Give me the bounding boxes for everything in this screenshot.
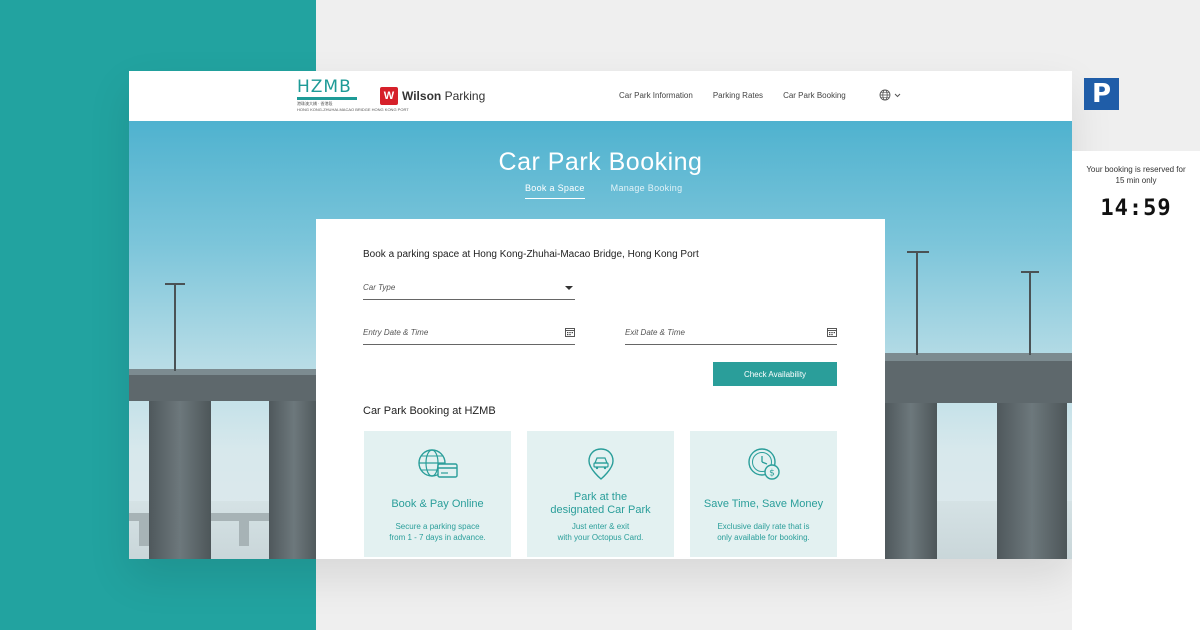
- street-lamp: [1029, 271, 1031, 355]
- right-bridge-pier: [885, 403, 937, 559]
- nav-parking-rates[interactable]: Parking Rates: [713, 91, 763, 100]
- website-window: HZMB 港珠澳大橋 · 香港段 HONG KONG-ZHUHAI-MACAO …: [129, 71, 1072, 559]
- street-lamp: [174, 283, 176, 371]
- chevron-down-icon: [894, 93, 901, 97]
- dropdown-caret-icon: [565, 286, 573, 290]
- feature-title: Book & Pay Online: [391, 498, 484, 510]
- feature-desc: Secure a parking space: [395, 522, 480, 531]
- entry-datetime-field[interactable]: Entry Date & Time: [363, 321, 575, 345]
- hzmb-logo[interactable]: HZMB 港珠澳大橋 · 香港段 HONG KONG-ZHUHAI-MACAO …: [297, 77, 409, 114]
- car-type-label: Car Type: [363, 283, 396, 292]
- clock-money-icon: $: [747, 448, 780, 480]
- feature-save-time-money: $ Save Time, Save Money Exclusive daily …: [690, 431, 837, 557]
- globe-icon: [879, 89, 891, 101]
- right-bridge-deck: [885, 361, 1072, 403]
- globe-card-icon: [417, 449, 458, 478]
- features-section-title: Car Park Booking at HZMB: [363, 405, 496, 417]
- language-selector[interactable]: [879, 89, 901, 101]
- left-bridge-pier: [269, 401, 319, 559]
- street-lamp: [916, 251, 918, 355]
- location-car-icon: [587, 448, 614, 480]
- entry-datetime-label: Entry Date & Time: [363, 328, 429, 337]
- reservation-notice-line1: Your booking is reserved for: [1086, 165, 1186, 174]
- check-availability-button[interactable]: Check Availability: [713, 362, 837, 386]
- nav-car-park-information[interactable]: Car Park Information: [619, 91, 693, 100]
- left-bridge-pier: [149, 401, 211, 559]
- right-bridge-pier: [997, 403, 1067, 559]
- wilson-logo-bold: Wilson: [402, 89, 442, 103]
- main-nav: Car Park Information Parking Rates Car P…: [619, 91, 866, 100]
- exit-datetime-label: Exit Date & Time: [625, 328, 685, 337]
- nav-car-park-booking[interactable]: Car Park Booking: [783, 91, 846, 100]
- street-lamp-arm: [907, 251, 929, 253]
- countdown-timer: 14:59: [1100, 196, 1172, 221]
- feature-title: Save Time, Save Money: [703, 498, 824, 510]
- feature-desc: Just enter & exit: [571, 522, 630, 531]
- tab-book-a-space[interactable]: Book a Space: [525, 183, 585, 199]
- wilson-logo-mark: W: [380, 87, 398, 105]
- far-bridge-pier: [239, 521, 249, 546]
- car-type-select[interactable]: Car Type: [363, 276, 575, 300]
- exit-datetime-field[interactable]: Exit Date & Time: [625, 321, 837, 345]
- booking-form-heading: Book a parking space at Hong Kong-Zhuhai…: [363, 249, 699, 260]
- feature-title: Park at the: [573, 491, 628, 503]
- street-lamp-arm: [1021, 271, 1039, 273]
- reservation-timer-panel: Your booking is reserved for 15 min only…: [1072, 151, 1200, 630]
- feature-desc: Exclusive daily rate that is: [717, 522, 810, 531]
- hzmb-logo-subtext-en: HONG KONG-ZHUHAI-MACAO BRIDGE HONG KONG …: [297, 107, 409, 112]
- wilson-logo-rest: Parking: [441, 89, 486, 103]
- wilson-parking-logo[interactable]: W Wilson Parking: [380, 87, 485, 105]
- hzmb-logo-subtext: 港珠澳大橋 · 香港段: [297, 101, 333, 106]
- street-lamp-arm: [165, 283, 185, 285]
- feature-title: designated Car Park: [550, 504, 651, 516]
- reservation-notice: Your booking is reserved for 15 min only: [1072, 164, 1200, 186]
- feature-desc: with your Octopus Card.: [557, 533, 644, 542]
- booking-form-card: Book a parking space at Hong Kong-Zhuhai…: [316, 219, 885, 559]
- svg-text:$: $: [769, 469, 775, 479]
- tab-manage-booking[interactable]: Manage Booking: [611, 183, 683, 199]
- page-title: Car Park Booking: [498, 148, 703, 176]
- feature-book-pay-online: Book & Pay Online Secure a parking space…: [364, 431, 511, 557]
- left-bridge-deck: [129, 375, 319, 401]
- hzmb-logo-text: HZMB: [297, 77, 352, 97]
- calendar-icon: [827, 328, 837, 337]
- site-header: HZMB 港珠澳大橋 · 香港段 HONG KONG-ZHUHAI-MACAO …: [129, 71, 1072, 121]
- far-bridge-pier: [139, 521, 149, 546]
- booking-tabs: Book a Space Manage Booking: [525, 183, 708, 199]
- calendar-icon: [565, 328, 575, 337]
- feature-desc: from 1 - 7 days in advance.: [389, 533, 486, 542]
- wilson-logo-text: Wilson Parking: [402, 89, 485, 103]
- hzmb-logo-underline: [297, 97, 357, 100]
- hero-banner: Car Park Booking Book a Space Manage Boo…: [129, 121, 1072, 559]
- feature-designated-car-park: Park at the designated Car Park Just ent…: [527, 431, 674, 557]
- feature-desc: only available for booking.: [717, 533, 810, 542]
- right-bridge-rail: [885, 353, 1072, 361]
- parking-logo: P: [1084, 78, 1119, 110]
- reservation-notice-line2: 15 min only: [1115, 176, 1157, 185]
